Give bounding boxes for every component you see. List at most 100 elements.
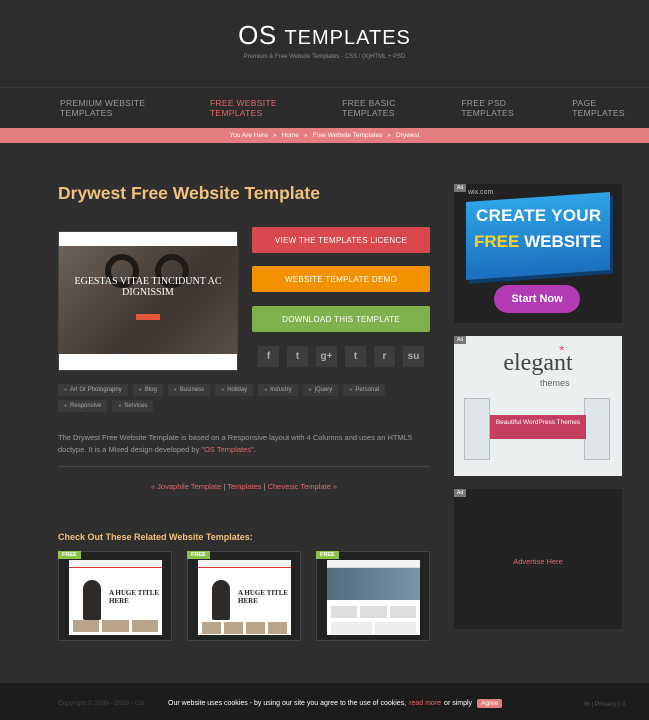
related-template-thumb[interactable]: FREE bbox=[316, 551, 430, 641]
nav-page-templates[interactable]: PAGE TEMPLATES bbox=[572, 98, 649, 118]
tag-industry[interactable]: Industry bbox=[258, 384, 298, 396]
related-template-thumb[interactable]: A HUGE TITLE HERE FREE bbox=[58, 551, 172, 641]
theme-screenshot bbox=[584, 398, 610, 460]
cookie-message: Our website uses cookies - by using our … bbox=[168, 697, 503, 709]
ad-brand: elegant bbox=[503, 350, 573, 376]
agree-button[interactable]: Agree bbox=[477, 698, 503, 708]
download-template-button[interactable]: DOWNLOAD THIS TEMPLATE bbox=[252, 306, 430, 332]
thumb-topbar bbox=[69, 560, 162, 568]
free-badge: FREE bbox=[187, 551, 210, 559]
thumb-heading: A HUGE TITLE HERE bbox=[238, 589, 289, 605]
main-content: Drywest Free Website Template EGESTAS VI… bbox=[0, 143, 649, 683]
nav-free-psd-templates[interactable]: FREE PSD TEMPLATES bbox=[461, 98, 558, 118]
view-licence-button[interactable]: VIEW THE TEMPLATES LICENCE bbox=[252, 227, 430, 253]
breadcrumb-separator-icon: » bbox=[387, 132, 392, 139]
template-description: The Drywest Free Website Template is bas… bbox=[58, 432, 430, 456]
nav-free-basic-templates[interactable]: FREE BASIC TEMPLATES bbox=[342, 98, 447, 118]
preview-heading: EGESTAS VITAE TINCIDUNT AC DIGNISSIM bbox=[74, 276, 222, 298]
related-template-thumb[interactable]: A HUGE TITLE HERE FREE bbox=[187, 551, 301, 641]
templates-link[interactable]: Templates bbox=[227, 482, 261, 491]
ad-label: Ad bbox=[454, 489, 467, 497]
thumb-topbar bbox=[327, 560, 420, 568]
tag-art-or-photography[interactable]: Art Or Photography bbox=[58, 384, 128, 396]
thumb-person-image bbox=[212, 580, 230, 620]
ad-brand-sub: themes bbox=[540, 378, 570, 388]
cookie-or-text: or simply bbox=[444, 699, 473, 707]
tag-holiday[interactable]: Holiday bbox=[215, 384, 254, 396]
cookie-text: Our website uses cookies - by using our … bbox=[168, 699, 407, 707]
template-preview-image[interactable]: EGESTAS VITAE TINCIDUNT AC DIGNISSIM bbox=[58, 231, 238, 371]
thumb-banner bbox=[327, 568, 420, 600]
thumb-person-image bbox=[83, 580, 101, 620]
prev-template-link[interactable]: « Jovaphile Template bbox=[151, 482, 221, 491]
ad-ribbon: Beautiful WordPress Themes bbox=[490, 415, 586, 439]
breadcrumb: You Are Here » Home » Free Website Templ… bbox=[0, 128, 649, 143]
thumb-image: A HUGE TITLE HERE bbox=[69, 560, 162, 635]
thumb-row bbox=[73, 620, 158, 632]
wix-ad[interactable]: CREATE YOUR FREE WEBSITE wix.com Start N… bbox=[454, 184, 622, 323]
reddit-icon[interactable]: r bbox=[374, 346, 395, 367]
ad-brand-mark: wix.com bbox=[468, 189, 494, 196]
elegant-themes-ad[interactable]: elegant * themes Beautiful WordPress The… bbox=[454, 336, 622, 476]
breadcrumb-separator-icon: » bbox=[272, 132, 277, 139]
ad-headline-1: CREATE YOUR bbox=[476, 206, 602, 225]
ad-headline-rest: WEBSITE bbox=[524, 232, 602, 251]
ad-highlight: FREE bbox=[474, 232, 520, 251]
ad-headline-2: FREE WEBSITE bbox=[474, 232, 602, 252]
tag-services[interactable]: Services bbox=[112, 400, 154, 412]
tag-jquery[interactable]: jQuery bbox=[302, 384, 339, 396]
logo-first-word: OS bbox=[238, 20, 277, 50]
nav-premium-templates[interactable]: PREMIUM WEBSITE TEMPLATES bbox=[60, 98, 196, 118]
thumb-heading: A HUGE TITLE HERE bbox=[109, 589, 160, 605]
preview-button bbox=[136, 314, 160, 320]
tag-blog[interactable]: Blog bbox=[132, 384, 163, 396]
breadcrumb-free-templates[interactable]: Free Website Templates bbox=[313, 132, 383, 139]
thumb-row bbox=[202, 622, 287, 634]
description-end: ". bbox=[251, 445, 256, 454]
next-template-link[interactable]: Chevesic Template » bbox=[268, 482, 337, 491]
breadcrumb-home[interactable]: Home bbox=[282, 132, 299, 139]
footer-copyright: Copyright © 2009 - 2018 - OS bbox=[58, 700, 145, 707]
envelope-icon: ✉ bbox=[584, 701, 590, 708]
thumb-row bbox=[331, 622, 416, 634]
pager-divider: | bbox=[263, 482, 266, 491]
tag-personal[interactable]: Personal bbox=[343, 384, 386, 396]
footer-privacy-link[interactable]: ✉ | Privacy | ⇩ bbox=[584, 700, 627, 708]
ad-label: Ad bbox=[454, 336, 467, 344]
site-tagline: Premium & Free Website Templates - CSS /… bbox=[243, 54, 406, 60]
stumbleupon-icon[interactable]: su bbox=[403, 346, 424, 367]
theme-screenshot bbox=[464, 398, 490, 460]
divider bbox=[58, 466, 430, 467]
asterisk-icon: * bbox=[559, 342, 565, 358]
breadcrumb-separator-icon: » bbox=[303, 132, 308, 139]
thumb-image bbox=[327, 560, 420, 635]
facebook-icon[interactable]: f bbox=[258, 346, 279, 367]
page-title: Drywest Free Website Template bbox=[58, 183, 320, 203]
free-badge: FREE bbox=[58, 551, 81, 559]
advertise-here-slot[interactable]: Advertise Here Ad bbox=[454, 489, 622, 629]
template-pager: « Jovaphile Template | Templates | Cheve… bbox=[58, 482, 430, 491]
template-demo-button[interactable]: WEBSITE TEMPLATE DEMO bbox=[252, 266, 430, 292]
preview-topbar bbox=[59, 232, 237, 246]
free-badge: FREE bbox=[316, 551, 339, 559]
advertise-here-link[interactable]: Advertise Here bbox=[454, 557, 622, 566]
tumblr-icon[interactable]: t bbox=[345, 346, 366, 367]
breadcrumb-current: Drywest bbox=[396, 132, 420, 139]
google-plus-icon[interactable]: g+ bbox=[316, 346, 337, 367]
tag-responsive[interactable]: Responsive bbox=[58, 400, 108, 412]
site-logo[interactable]: OS Templates bbox=[0, 0, 649, 51]
related-templates-heading: Check Out These Related Website Template… bbox=[58, 532, 253, 542]
twitter-icon[interactable]: t bbox=[287, 346, 308, 367]
site-header: OS Templates Premium & Free Website Temp… bbox=[0, 0, 649, 88]
tag-business[interactable]: Business bbox=[167, 384, 211, 396]
pager-divider: | bbox=[223, 482, 226, 491]
breadcrumb-prefix: You Are Here bbox=[229, 132, 268, 139]
os-templates-link[interactable]: OS Templates bbox=[204, 445, 251, 454]
logo-second-word: Templates bbox=[284, 27, 411, 49]
social-share-bar: f t g+ t r su bbox=[258, 346, 424, 367]
start-now-button[interactable]: Start Now bbox=[494, 285, 580, 313]
nav-free-templates[interactable]: FREE WEBSITE TEMPLATES bbox=[210, 98, 328, 118]
preview-hero bbox=[59, 246, 237, 356]
read-more-link[interactable]: read more bbox=[409, 700, 441, 707]
ad-label: Ad bbox=[454, 184, 467, 192]
